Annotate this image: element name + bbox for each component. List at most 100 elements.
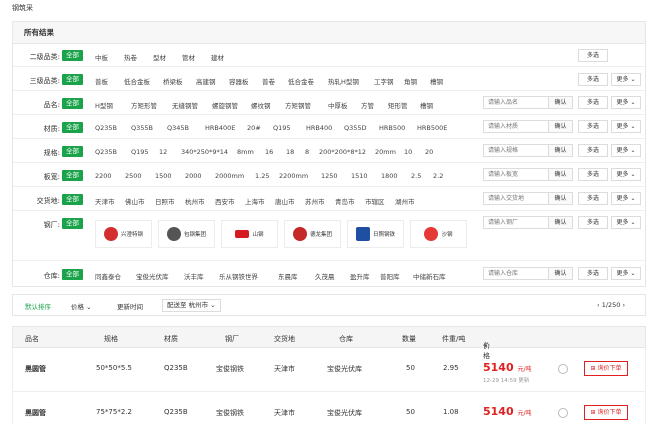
filter-option[interactable]: 2.5 <box>411 172 433 180</box>
filter-option[interactable]: 普阳库 <box>380 271 413 281</box>
delivery-search-input[interactable] <box>483 192 549 205</box>
filter-option[interactable]: 盈升库 <box>350 271 380 281</box>
sort-default[interactable]: 默认排序 <box>25 301 51 311</box>
filter-option[interactable]: 市辖区 <box>365 196 395 206</box>
filter-option[interactable]: H型钢 <box>95 100 131 110</box>
filter-option[interactable]: 高建钢 <box>196 76 229 86</box>
filter-option[interactable]: 热轧H型钢 <box>328 76 374 86</box>
all-tag[interactable]: 全部 <box>62 50 83 61</box>
filter-option[interactable]: 型材 <box>153 52 182 62</box>
more-button[interactable]: 更多 ⌄ <box>611 192 641 205</box>
name-search-input[interactable] <box>483 96 549 109</box>
filter-option[interactable]: 宝俊光伏库 <box>136 271 184 281</box>
filter-option[interactable]: 16 <box>265 148 286 156</box>
all-tag[interactable]: 全部 <box>62 269 83 280</box>
filter-option[interactable]: 方矩形管 <box>131 100 172 110</box>
filter-option[interactable]: 1800 <box>381 172 411 180</box>
filter-option[interactable]: 1.25 <box>255 172 279 180</box>
filter-option[interactable]: 青岛市 <box>335 196 365 206</box>
next-page-icon[interactable]: › <box>623 301 626 309</box>
all-tag[interactable]: 全部 <box>62 218 83 229</box>
filter-option[interactable]: 西安市 <box>215 196 245 206</box>
all-tag[interactable]: 全部 <box>62 146 83 157</box>
filter-option[interactable]: Q235B <box>95 124 131 132</box>
filter-option[interactable]: 螺纹钢 <box>251 100 285 110</box>
filter-option[interactable]: 日照市 <box>155 196 185 206</box>
filter-option[interactable]: 普卷 <box>262 76 288 86</box>
multi-select-button[interactable]: 多选 <box>578 73 608 86</box>
more-button[interactable]: 更多 ⌄ <box>611 216 641 229</box>
filter-option[interactable]: 2000 <box>185 172 215 180</box>
filter-option[interactable]: 2.2 <box>433 172 453 180</box>
more-button[interactable]: 更多 ⌄ <box>611 120 641 133</box>
filter-option[interactable]: 槽钢 <box>420 100 440 110</box>
confirm-button[interactable]: 确认 <box>549 267 573 280</box>
confirm-button[interactable]: 确认 <box>549 96 573 109</box>
filter-option[interactable]: 同鑫泰仓 <box>95 271 136 281</box>
mill-logo[interactable]: 德龙集团 <box>284 220 341 248</box>
filter-option[interactable]: 低合金板 <box>124 76 163 86</box>
multi-select-button[interactable]: 多选 <box>578 49 608 62</box>
multi-select-button[interactable]: 多选 <box>578 96 608 109</box>
delivery-select[interactable]: 配送至 杭州市 ⌄ <box>162 299 221 312</box>
prev-page-icon[interactable]: ‹ <box>597 301 600 309</box>
warehouse-search-input[interactable] <box>483 267 549 280</box>
filter-option[interactable]: 天津市 <box>95 196 125 206</box>
all-tag[interactable]: 全部 <box>62 170 83 181</box>
filter-option[interactable]: 方管 <box>361 100 388 110</box>
mill-logo[interactable]: 沙钢 <box>410 220 467 248</box>
filter-option[interactable]: 工字钢 <box>374 76 404 86</box>
more-button[interactable]: 更多 ⌄ <box>611 168 641 181</box>
filter-option[interactable]: 10 <box>404 148 425 156</box>
filter-option[interactable]: 普板 <box>95 76 124 86</box>
filter-option[interactable]: 螺旋钢管 <box>212 100 251 110</box>
filter-option[interactable]: 佛山市 <box>125 196 155 206</box>
filter-option[interactable]: 上海市 <box>245 196 275 206</box>
mill-logo[interactable]: 山钢 <box>221 220 278 248</box>
filter-option[interactable]: 2500 <box>125 172 155 180</box>
all-tag[interactable]: 全部 <box>62 194 83 205</box>
filter-option[interactable]: Q355D <box>344 124 379 132</box>
filter-option[interactable]: 槽钢 <box>430 76 452 86</box>
confirm-button[interactable]: 确认 <box>549 192 573 205</box>
filter-option[interactable]: 2200mm <box>279 172 321 180</box>
all-tag[interactable]: 全部 <box>62 122 83 133</box>
filter-option[interactable]: 东晨库 <box>278 271 315 281</box>
breadcrumb[interactable]: 钢筑采 <box>12 3 33 13</box>
filter-option[interactable]: 2200 <box>95 172 125 180</box>
multi-select-button[interactable]: 多选 <box>578 168 608 181</box>
mill-logo[interactable]: 日照钢铁 <box>347 220 404 248</box>
filter-option[interactable]: 1510 <box>351 172 381 180</box>
filter-option[interactable]: 1500 <box>155 172 185 180</box>
filter-option[interactable]: HRB500E <box>417 124 453 132</box>
filter-option[interactable]: 乐从钢铁世界 <box>219 271 278 281</box>
contact-avatar-icon[interactable] <box>558 364 568 374</box>
filter-option[interactable]: Q235B <box>95 148 131 156</box>
material-search-input[interactable] <box>483 120 549 133</box>
filter-option[interactable]: HRB400E <box>205 124 247 132</box>
filter-option[interactable]: 杭州市 <box>185 196 215 206</box>
filter-option[interactable]: 1250 <box>321 172 351 180</box>
multi-select-button[interactable]: 多选 <box>578 192 608 205</box>
filter-option[interactable]: 20# <box>247 124 273 132</box>
filter-option[interactable]: HRB500 <box>379 124 417 132</box>
mill-search-input[interactable] <box>483 216 549 229</box>
filter-option[interactable]: HRB400 <box>306 124 344 132</box>
multi-select-button[interactable]: 多选 <box>578 144 608 157</box>
sort-update-time[interactable]: 更新时间 <box>117 301 143 311</box>
filter-option[interactable]: 340*250*9*14 <box>181 148 237 156</box>
filter-option[interactable]: 中厚板 <box>328 100 361 110</box>
filter-option[interactable]: 容器板 <box>229 76 262 86</box>
filter-option[interactable]: 桥梁板 <box>163 76 196 86</box>
filter-option[interactable]: 200*200*8*12 <box>319 148 375 156</box>
filter-option[interactable]: 8mm <box>237 148 265 156</box>
more-button[interactable]: 更多 ⌄ <box>611 73 641 86</box>
more-button[interactable]: 更多 ⌄ <box>611 267 641 280</box>
filter-option[interactable]: 低合金卷 <box>288 76 328 86</box>
more-button[interactable]: 更多 ⌄ <box>611 96 641 109</box>
filter-option[interactable]: 角钢 <box>404 76 430 86</box>
filter-option[interactable]: 热卷 <box>124 52 153 62</box>
filter-option[interactable]: 管材 <box>182 52 211 62</box>
filter-option[interactable]: 2000mm <box>215 172 255 180</box>
filter-option[interactable]: 久茂晨 <box>315 271 350 281</box>
